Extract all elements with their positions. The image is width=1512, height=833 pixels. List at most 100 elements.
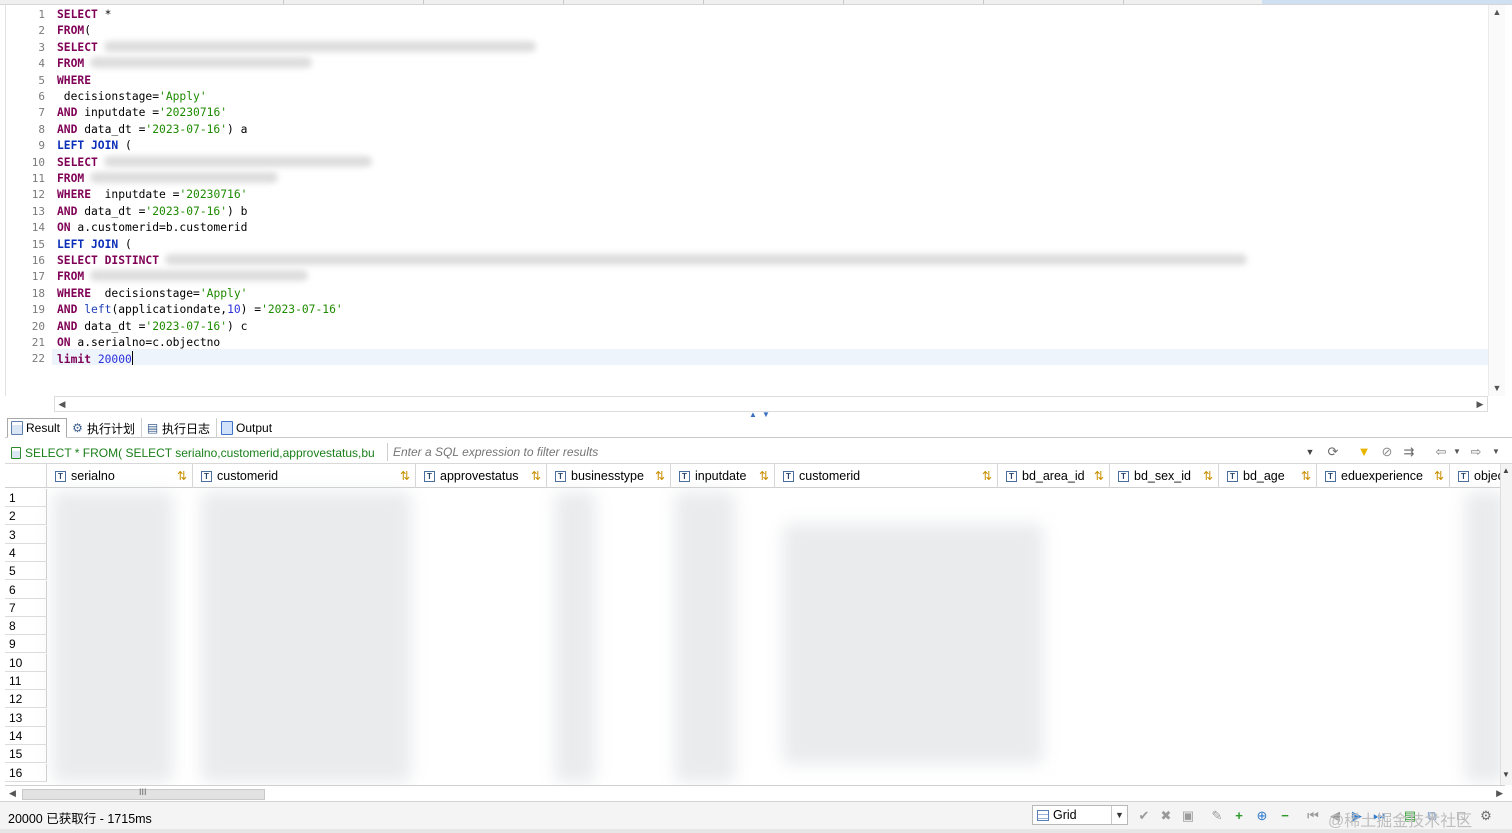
code-line[interactable]: LEFT JOIN ( <box>57 237 132 253</box>
sort-icon[interactable]: ⇅ <box>982 469 992 483</box>
sort-icon[interactable]: ⇅ <box>759 469 769 483</box>
sort-icon[interactable]: ⇅ <box>531 469 541 483</box>
column-header[interactable]: Tbd_age ⇅ <box>1219 464 1317 488</box>
column-header[interactable]: Tbusinesstype ⇅ <box>547 464 671 488</box>
row-number[interactable]: 9 <box>5 635 47 654</box>
scroll-thumb[interactable]: III <box>22 787 265 800</box>
code-line[interactable]: ON a.customerid=b.customerid <box>57 220 247 236</box>
row-number[interactable]: 1 <box>5 489 47 507</box>
editor-tab[interactable] <box>704 0 844 4</box>
scroll-down-icon[interactable]: ▼ <box>1502 770 1510 779</box>
scroll-right-icon[interactable]: ▶ <box>1496 788 1503 799</box>
code-line[interactable]: SELECT * <box>57 7 111 23</box>
editor-tab[interactable] <box>1124 0 1264 4</box>
sort-icon[interactable]: ⇅ <box>1301 469 1311 483</box>
sort-icon[interactable]: ⇅ <box>177 469 187 483</box>
tab-result[interactable]: Result <box>7 418 67 438</box>
code-line[interactable]: SELECT <box>57 155 372 171</box>
editor-tab-active[interactable] <box>1262 0 1512 4</box>
chevron-down-icon[interactable]: ▼ <box>1111 806 1127 824</box>
column-header[interactable]: Tserialno ⇅ <box>47 464 193 488</box>
code-line[interactable]: ON a.serialno=c.objectno <box>57 335 220 351</box>
add-row-icon[interactable]: + <box>1231 808 1247 824</box>
editor-tab[interactable] <box>984 0 1124 4</box>
code-line[interactable]: AND data_dt ='2023-07-16') a <box>57 122 247 138</box>
back-arrow-icon[interactable]: ⇦ <box>1433 444 1449 460</box>
row-number[interactable]: 15 <box>5 745 47 764</box>
forward-arrow-icon[interactable]: ⇨ <box>1468 444 1484 460</box>
editor-tab[interactable] <box>424 0 564 4</box>
row-number[interactable]: 11 <box>5 672 47 690</box>
column-header[interactable]: Tinputdate ⇅ <box>671 464 775 488</box>
row-number[interactable]: 10 <box>5 653 47 672</box>
save-changes-icon[interactable]: ✔ <box>1136 808 1152 824</box>
script-icon[interactable]: ▣ <box>1180 808 1196 824</box>
editor-vertical-scrollbar[interactable]: ▲ ▼ <box>1488 5 1505 396</box>
editor-tab[interactable] <box>284 0 424 4</box>
code-line[interactable]: LEFT JOIN ( <box>57 138 132 154</box>
editor-tab[interactable] <box>144 0 284 4</box>
editor-tab[interactable] <box>844 0 984 4</box>
refresh-icon[interactable]: ⟳ <box>1325 444 1341 460</box>
copy-row-icon[interactable]: ⊕ <box>1254 808 1270 824</box>
row-number[interactable]: 2 <box>5 507 47 526</box>
edit-icon[interactable]: ✎ <box>1209 808 1225 824</box>
sort-icon[interactable]: ⇅ <box>400 469 410 483</box>
scroll-down-icon[interactable]: ▼ <box>1492 383 1502 393</box>
column-header[interactable]: Tapprovestatus ⇅ <box>416 464 547 488</box>
query-summary[interactable]: SELECT * FROM( SELECT serialno,customeri… <box>11 444 387 461</box>
code-line[interactable]: FROM <box>57 269 309 285</box>
code-line[interactable]: AND left(applicationdate,10) ='2023-07-1… <box>57 302 343 318</box>
row-number[interactable]: 12 <box>5 690 47 709</box>
code-line[interactable]: FROM( <box>57 23 91 39</box>
sort-icon[interactable]: ⇅ <box>1094 469 1104 483</box>
code-line[interactable]: decisionstage='Apply' <box>57 89 207 105</box>
gear-icon[interactable]: ⚙ <box>1478 808 1494 824</box>
filter-expression-input[interactable] <box>387 443 1323 461</box>
column-header[interactable]: Tbd_area_id ⇅ <box>998 464 1110 488</box>
scroll-up-icon[interactable]: ▲ <box>1492 7 1502 17</box>
code-line[interactable]: WHERE inputdate ='20230716' <box>57 187 247 203</box>
row-number[interactable]: 4 <box>5 543 47 562</box>
code-line[interactable]: FROM <box>57 171 279 187</box>
scroll-right-icon[interactable]: ▶ <box>1474 399 1486 409</box>
code-line[interactable]: AND inputdate ='20230716' <box>57 105 227 121</box>
code-line[interactable]: WHERE decisionstage='Apply' <box>57 286 247 302</box>
scroll-left-icon[interactable]: ◀ <box>9 788 16 799</box>
row-number[interactable]: 14 <box>5 726 47 745</box>
view-mode-select[interactable]: Grid ▼ <box>1032 805 1128 825</box>
row-number[interactable]: 13 <box>5 708 47 727</box>
grid-corner[interactable] <box>5 464 47 488</box>
code-line[interactable]: limit 20000 <box>57 351 133 367</box>
filter-settings-icon[interactable]: ⇉ <box>1401 444 1417 460</box>
code-line[interactable]: SELECT <box>57 40 536 56</box>
sort-icon[interactable]: ⇅ <box>1434 469 1444 483</box>
column-header[interactable]: Tcustomerid ⇅ <box>193 464 416 488</box>
sort-icon[interactable]: ⇅ <box>655 469 665 483</box>
code-line[interactable]: FROM <box>57 56 313 72</box>
clear-filter-icon[interactable]: ⊘ <box>1379 444 1395 460</box>
editor-horizontal-scrollbar[interactable]: ◀ ▶ <box>54 396 1488 412</box>
cancel-changes-icon[interactable]: ✖ <box>1158 808 1174 824</box>
code-line[interactable]: AND data_dt ='2023-07-16') b <box>57 204 247 220</box>
sort-icon[interactable]: ⇅ <box>1203 469 1213 483</box>
delete-row-icon[interactable]: − <box>1277 808 1293 824</box>
forward-dropdown-icon[interactable]: ▼ <box>1488 444 1504 460</box>
column-header[interactable]: Tcustomerid ⇅ <box>775 464 998 488</box>
sql-editor[interactable]: 1 2 3 4 5 6 7 8 9 10 11 12 13 14 15 16 17 18 19 20 21 22 SELE… <box>5 5 1505 396</box>
row-number[interactable]: 8 <box>5 617 47 636</box>
tab-execution-log[interactable]: ▤ 执行日志 <box>143 418 217 438</box>
grid-vertical-scrollbar[interactable]: ▲ ▼ <box>1500 464 1512 785</box>
tab-output[interactable]: Output <box>218 418 280 438</box>
back-dropdown-icon[interactable]: ▼ <box>1449 444 1465 460</box>
editor-tab[interactable] <box>564 0 704 4</box>
scroll-up-icon[interactable]: ▲ <box>1502 466 1510 475</box>
filter-history-dropdown-icon[interactable]: ▼ <box>1302 444 1318 460</box>
scroll-left-icon[interactable]: ◀ <box>56 399 68 409</box>
column-header[interactable]: Teduexperience ⇅ <box>1317 464 1450 488</box>
row-number[interactable]: 16 <box>5 763 47 782</box>
code-line[interactable]: WHERE <box>57 73 91 89</box>
row-number[interactable]: 5 <box>5 562 47 581</box>
tab-execution-plan[interactable]: ⚙ 执行计划 <box>68 418 142 438</box>
code-line[interactable]: SELECT DISTINCT <box>57 253 1248 269</box>
